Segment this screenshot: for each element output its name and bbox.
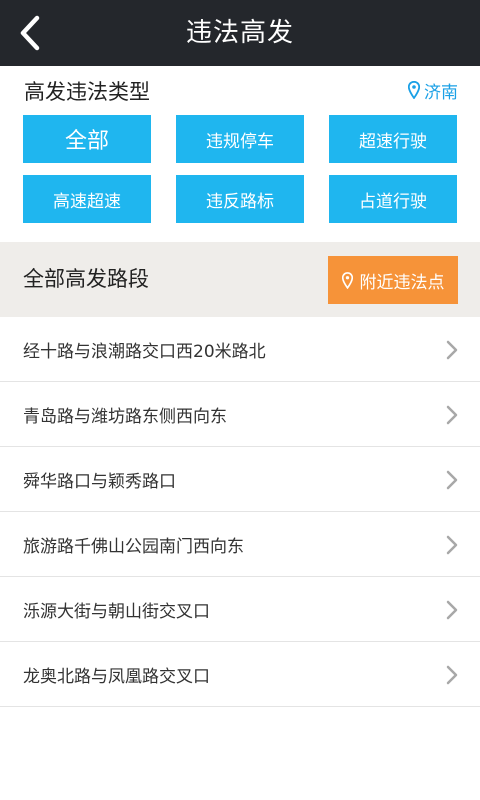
page-title: 违法高发 [185, 18, 294, 48]
list-item[interactable]: 舜华路口与颖秀路口 [0, 447, 480, 512]
chevron-right-icon [446, 665, 458, 685]
list-item[interactable]: 旅游路千佛山公园南门西向东 [0, 512, 480, 577]
road-section-header: 全部高发路段 附近违法点 [0, 242, 480, 317]
type-button-highway-speeding[interactable]: 高速超速 [23, 175, 151, 223]
chevron-right-icon [446, 340, 458, 360]
road-name: 龙奥北路与凤凰路交叉口 [23, 666, 210, 687]
violation-type-heading: 高发违法类型 [24, 80, 150, 104]
road-name: 青岛路与潍坊路东侧西向东 [23, 406, 227, 427]
type-button-all[interactable]: 全部 [23, 115, 151, 163]
list-item[interactable]: 泺源大街与朝山街交叉口 [0, 577, 480, 642]
road-name: 泺源大街与朝山街交叉口 [23, 601, 210, 622]
chevron-right-icon [446, 535, 458, 555]
list-item[interactable]: 龙奥北路与凤凰路交叉口 [0, 642, 480, 707]
type-button-speeding[interactable]: 超速行驶 [329, 115, 457, 163]
chevron-right-icon [446, 405, 458, 425]
city-selector[interactable]: 济南 [408, 78, 458, 103]
top-bar: 违法高发 [0, 0, 480, 66]
road-section-title: 全部高发路段 [23, 267, 149, 291]
location-pin-icon [341, 271, 353, 289]
list-item[interactable]: 青岛路与潍坊路东侧西向东 [0, 382, 480, 447]
type-button-illegal-parking[interactable]: 违规停车 [176, 115, 304, 163]
nearby-violations-label: 附近违法点 [359, 272, 445, 293]
nearby-violations-button[interactable]: 附近违法点 [328, 256, 458, 304]
list-item[interactable]: 经十路与浪潮路交口西20米路北 [0, 317, 480, 382]
violation-type-section: 高发违法类型 济南 全部 违规停车 超速行驶 高速超速 违反路标 占道行驶 [0, 66, 480, 242]
city-label: 济南 [424, 82, 458, 103]
road-list: 经十路与浪潮路交口西20米路北 青岛路与潍坊路东侧西向东 舜华路口与颖秀路口 旅… [0, 317, 480, 707]
road-name: 经十路与浪潮路交口西20米路北 [23, 341, 266, 362]
type-button-sign-violation[interactable]: 违反路标 [176, 175, 304, 223]
chevron-right-icon [446, 600, 458, 620]
type-button-lane-occupying[interactable]: 占道行驶 [329, 175, 457, 223]
road-name: 旅游路千佛山公园南门西向东 [23, 536, 244, 557]
chevron-right-icon [446, 470, 458, 490]
road-name: 舜华路口与颖秀路口 [23, 471, 176, 492]
location-pin-icon [408, 81, 420, 99]
